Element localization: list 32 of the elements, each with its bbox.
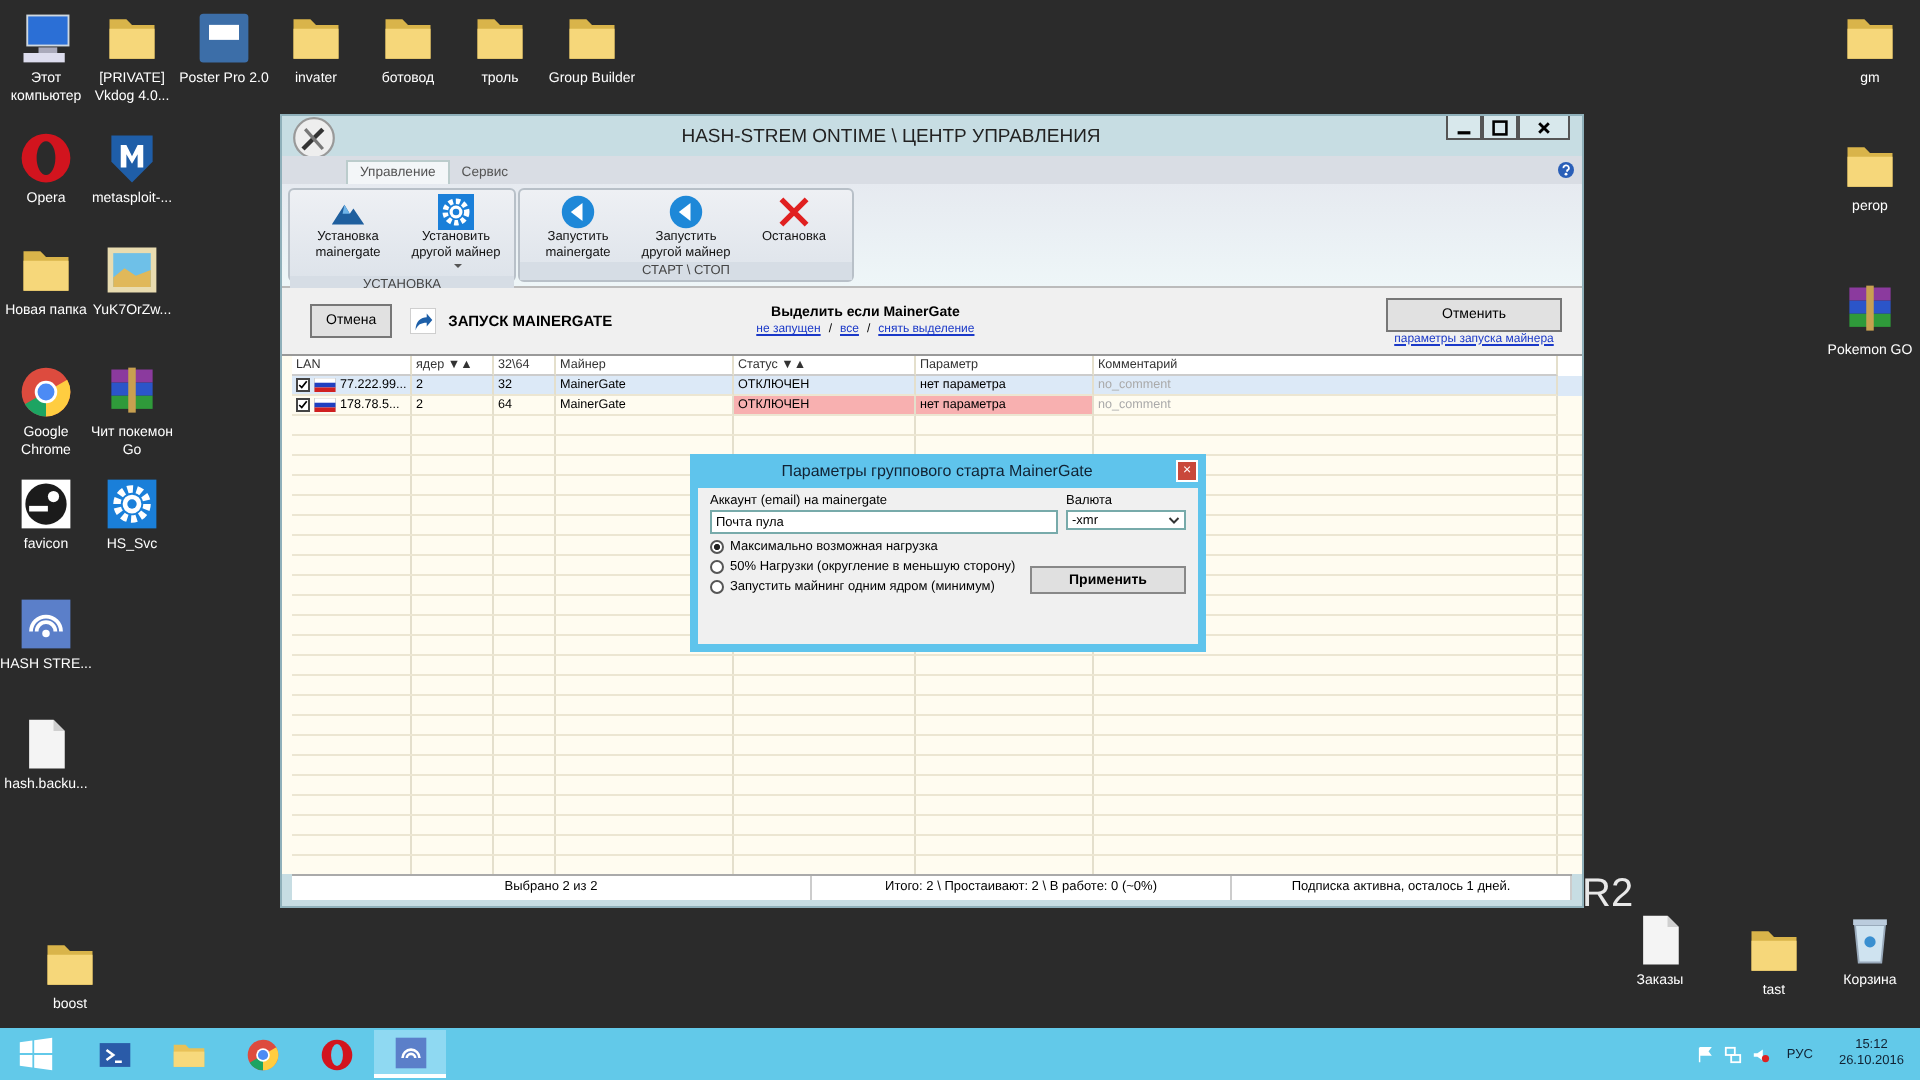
wifi-taskbar-button[interactable] [374, 1030, 446, 1078]
maximize-icon [1492, 119, 1508, 135]
wifi-icon [393, 1035, 427, 1069]
maximize-button[interactable] [1482, 116, 1518, 140]
chrome-icon[interactable] [16, 362, 76, 422]
close-icon [1536, 119, 1552, 135]
steam-icon[interactable] [16, 474, 76, 534]
gear-icon [438, 194, 474, 230]
shortcut-arrow-icon [410, 308, 437, 334]
wifi-icon[interactable] [16, 594, 76, 654]
flag-icon [314, 398, 336, 412]
help-icon[interactable] [1558, 162, 1574, 178]
opera-icon[interactable] [16, 128, 76, 188]
chevron-down-icon [1168, 515, 1180, 525]
gear-icon[interactable] [102, 474, 162, 534]
checkbox[interactable] [296, 398, 310, 412]
minimize-button[interactable] [1446, 116, 1482, 140]
chrome-icon [245, 1037, 279, 1071]
terminal-icon [97, 1037, 131, 1071]
flag-icon [314, 378, 336, 392]
os-edition-text: R2 [1582, 872, 1634, 918]
speaker-muted-icon[interactable] [1752, 1045, 1771, 1063]
play-back-icon [560, 194, 596, 230]
dialog-title: Параметры группового старта MainerGate [779, 462, 1095, 480]
close-button[interactable] [1518, 116, 1570, 140]
stop-cross-icon [776, 194, 812, 230]
window-title: HASH-STREM ONTIME \ ЦЕНТР УПРАВЛЕНИЯ [679, 125, 1103, 147]
windows-start-icon[interactable] [18, 1036, 54, 1072]
checkbox[interactable] [296, 378, 310, 392]
opera-icon [319, 1037, 353, 1071]
tile-icon[interactable] [194, 8, 254, 68]
play-back-icon [668, 194, 704, 230]
